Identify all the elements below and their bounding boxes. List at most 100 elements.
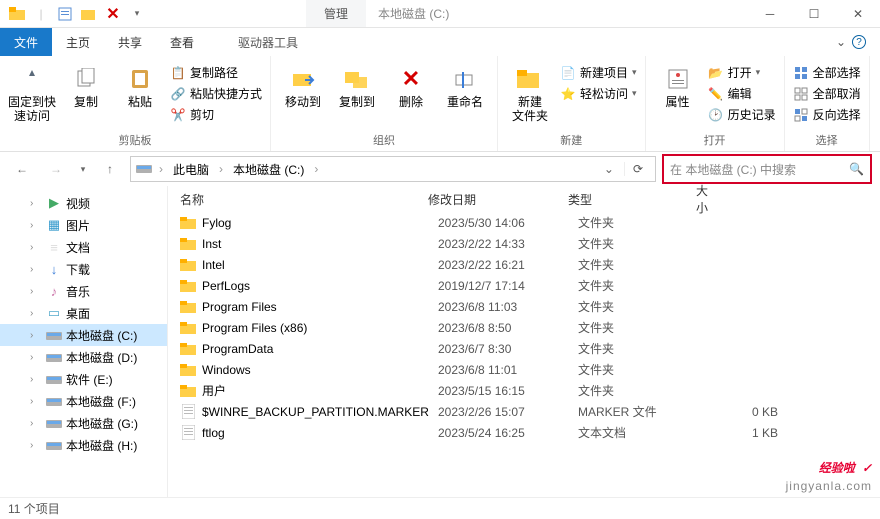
expand-icon[interactable]: › (30, 330, 42, 341)
expand-icon[interactable]: › (30, 440, 42, 451)
chevron-right-icon[interactable]: › (312, 162, 320, 176)
tab-file[interactable]: 文件 (0, 28, 52, 56)
maximize-button[interactable]: ☐ (792, 0, 836, 28)
up-button[interactable]: ↑ (96, 157, 124, 181)
titlebar: | ✕ ▾ 管理 本地磁盘 (C:) ─ ☐ ✕ (0, 0, 880, 28)
copy-path-button[interactable]: 📋复制路径 (170, 64, 262, 81)
file-row[interactable]: Fylog2023/5/30 14:06文件夹 (168, 212, 880, 233)
tree-item[interactable]: ›▦图片 (0, 214, 167, 236)
chevron-right-icon[interactable]: › (217, 162, 225, 176)
ribbon-help[interactable]: ⌄ ? (836, 28, 880, 56)
easy-access-button[interactable]: ⭐轻松访问 ▾ (560, 85, 637, 102)
col-name[interactable]: 名称 (168, 191, 428, 208)
group-label: 新建 (560, 130, 582, 151)
file-row[interactable]: Program Files (x86)2023/6/8 8:50文件夹 (168, 317, 880, 338)
chevron-down-icon[interactable]: ⌄ (836, 35, 846, 49)
file-row[interactable]: ftlog2023/5/24 16:25文本文档1 KB (168, 422, 880, 443)
paste-button[interactable]: 粘贴 (116, 60, 164, 110)
pin-button[interactable]: 固定到快 速访问 (8, 60, 56, 124)
file-row[interactable]: ProgramData2023/6/7 8:30文件夹 (168, 338, 880, 359)
new-folder-icon[interactable] (80, 5, 98, 23)
search-input[interactable]: 在 本地磁盘 (C:) 中搜索 🔍 (662, 154, 872, 184)
file-row[interactable]: Program Files2023/6/8 11:03文件夹 (168, 296, 880, 317)
tab-home[interactable]: 主页 (52, 28, 104, 56)
delete-button[interactable]: ✕删除 (387, 60, 435, 110)
tree-item[interactable]: ›本地磁盘 (D:) (0, 346, 167, 368)
expand-icon[interactable]: › (30, 286, 42, 297)
tree-item[interactable]: ›≡文档 (0, 236, 167, 258)
new-item-button[interactable]: 📄新建项目 ▾ (560, 64, 637, 81)
history-button[interactable]: 🕑历史记录 (708, 106, 776, 123)
chevron-right-icon[interactable]: › (157, 162, 165, 176)
tree-label: 文档 (66, 239, 90, 256)
expand-icon[interactable]: › (30, 264, 42, 275)
expand-icon[interactable]: › (30, 374, 42, 385)
tree-label: 本地磁盘 (G:) (66, 415, 138, 432)
rename-button[interactable]: 重命名 (441, 60, 489, 110)
tree-item[interactable]: ›↓下载 (0, 258, 167, 280)
properties-icon[interactable] (56, 5, 74, 23)
address-bar[interactable]: › 此电脑 › 本地磁盘 (C:) › ⌄ ⟳ (130, 156, 656, 182)
tree-item[interactable]: ›本地磁盘 (H:) (0, 434, 167, 456)
paste-shortcut-button[interactable]: 🔗粘贴快捷方式 (170, 85, 262, 102)
properties-button[interactable]: 属性 (654, 60, 702, 110)
minimize-button[interactable]: ─ (748, 0, 792, 28)
forward-button[interactable]: → (42, 157, 70, 181)
col-type[interactable]: 类型 (568, 191, 688, 208)
tab-view[interactable]: 查看 (156, 28, 208, 56)
file-row[interactable]: $WINRE_BACKUP_PARTITION.MARKER2023/2/26 … (168, 401, 880, 422)
refresh-button[interactable]: ⟳ (624, 162, 651, 176)
search-icon[interactable]: 🔍 (849, 162, 864, 176)
move-to-button[interactable]: 移动到 (279, 60, 327, 110)
col-date[interactable]: 修改日期 (428, 191, 568, 208)
copy-button[interactable]: 复制 (62, 60, 110, 110)
addr-dropdown[interactable]: ⌄ (598, 162, 620, 176)
tree-label: 本地磁盘 (F:) (66, 393, 136, 410)
qat-dropdown-icon[interactable]: ▾ (128, 5, 146, 23)
expand-icon[interactable]: › (30, 418, 42, 429)
tree-item[interactable]: ›本地磁盘 (C:) (0, 324, 167, 346)
recent-dropdown[interactable]: ▾ (76, 157, 90, 181)
manage-context-tab[interactable]: 管理 (306, 0, 366, 27)
crumb-this-pc[interactable]: 此电脑 (169, 161, 213, 178)
close-button[interactable]: ✕ (836, 0, 880, 28)
col-size[interactable]: 大小 (688, 182, 768, 216)
expand-icon[interactable]: › (30, 220, 42, 231)
tree-item[interactable]: › 本地磁盘 (G:) (0, 412, 167, 434)
tree-item[interactable]: ›♪音乐 (0, 280, 167, 302)
help-icon[interactable]: ? (852, 35, 866, 49)
tab-drive-tools[interactable]: 驱动器工具 (228, 28, 308, 56)
cut-button[interactable]: ✂️剪切 (170, 106, 262, 123)
crumb-drive[interactable]: 本地磁盘 (C:) (229, 161, 308, 178)
file-row[interactable]: 用户2023/5/15 16:15文件夹 (168, 380, 880, 401)
select-all-button[interactable]: 全部选择 (793, 64, 861, 81)
delete-red-icon[interactable]: ✕ (104, 5, 122, 23)
tree-item[interactable]: ›▶视频 (0, 192, 167, 214)
tab-share[interactable]: 共享 (104, 28, 156, 56)
expand-icon[interactable]: › (30, 308, 42, 319)
file-row[interactable]: Inst2023/2/22 14:33文件夹 (168, 233, 880, 254)
expand-icon[interactable]: › (30, 198, 42, 209)
column-headers[interactable]: 名称 修改日期 类型 大小 (168, 186, 880, 212)
invert-selection-button[interactable]: 反向选择 (793, 106, 861, 123)
tree-label: 软件 (E:) (66, 371, 113, 388)
expand-icon[interactable]: › (30, 242, 42, 253)
tree-item[interactable]: › 本地磁盘 (F:) (0, 390, 167, 412)
select-none-button[interactable]: 全部取消 (793, 85, 861, 102)
new-folder-button[interactable]: 新建 文件夹 (506, 60, 554, 124)
edit-button[interactable]: ✏️编辑 (708, 85, 776, 102)
back-button[interactable]: ← (8, 157, 36, 181)
file-row[interactable]: PerfLogs2019/12/7 17:14文件夹 (168, 275, 880, 296)
expand-icon[interactable]: › (30, 396, 42, 407)
file-list[interactable]: 名称 修改日期 类型 大小 Fylog2023/5/30 14:06文件夹Ins… (168, 186, 880, 497)
file-row[interactable]: Windows2023/6/8 11:01文件夹 (168, 359, 880, 380)
copy-to-button[interactable]: 复制到 (333, 60, 381, 110)
tree-item[interactable]: ›▭桌面 (0, 302, 167, 324)
nav-tree[interactable]: ›▶视频›▦图片›≡文档›↓下载›♪音乐›▭桌面›本地磁盘 (C:)›本地磁盘 … (0, 186, 168, 497)
tree-item[interactable]: › 软件 (E:) (0, 368, 167, 390)
file-row[interactable]: Intel2023/2/22 16:21文件夹 (168, 254, 880, 275)
file-icon (180, 425, 196, 441)
disk-icon (46, 416, 62, 430)
open-button[interactable]: 📂打开 ▾ (708, 64, 776, 81)
expand-icon[interactable]: › (30, 352, 42, 363)
